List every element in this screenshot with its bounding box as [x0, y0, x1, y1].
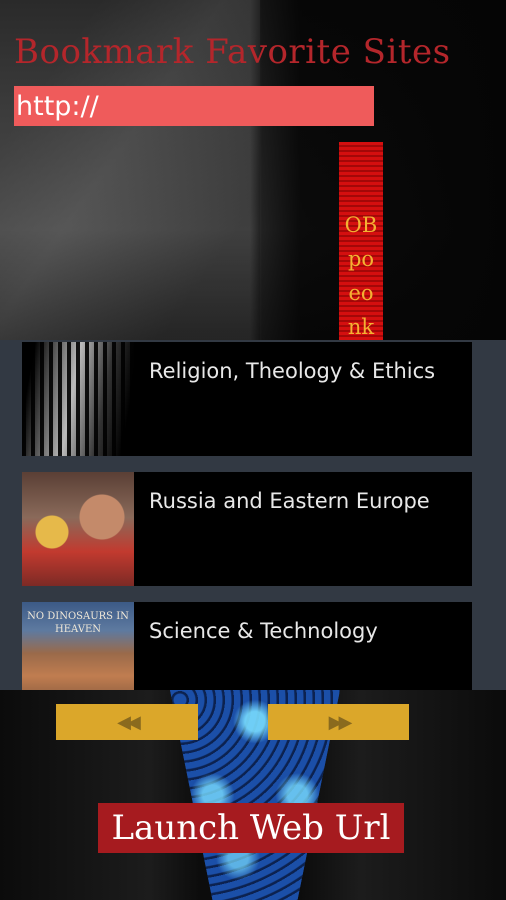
launch-web-url-button[interactable]: Launch Web Url — [98, 803, 404, 853]
list-item[interactable]: Russia and Eastern Europe — [22, 472, 472, 586]
list-item-label: Religion, Theology & Ethics — [149, 359, 436, 383]
strip-line: eo — [348, 281, 374, 305]
strip-line: po — [347, 247, 375, 271]
category-thumbnail — [22, 472, 134, 586]
open-bookmark-strip[interactable]: OB po eo nk — [339, 142, 383, 340]
strip-line: OB — [344, 213, 378, 237]
category-thumbnail — [22, 342, 134, 456]
strip-line: nk — [347, 315, 375, 339]
rewind-icon: ◀◀ — [117, 712, 141, 732]
list-item[interactable]: Religion, Theology & Ethics — [22, 342, 472, 456]
category-list: Religion, Theology & Ethics Russia and E… — [0, 340, 506, 690]
next-button[interactable]: ▶▶ — [268, 704, 409, 740]
url-input[interactable] — [14, 86, 374, 126]
fast-forward-icon: ▶▶ — [328, 712, 353, 732]
list-item-label: Russia and Eastern Europe — [149, 489, 430, 513]
previous-button[interactable]: ◀◀ — [56, 704, 198, 740]
category-thumbnail: NO DINOSAURS IN HEAVEN — [22, 602, 134, 690]
page-title: Bookmark Favorite Sites — [14, 32, 451, 72]
strip-text: OB po eo nk — [339, 208, 383, 340]
list-item-label: Science & Technology — [149, 619, 378, 643]
list-item[interactable]: NO DINOSAURS IN HEAVEN Science & Technol… — [22, 602, 472, 690]
thumbnail-caption: NO DINOSAURS IN HEAVEN — [27, 611, 129, 635]
